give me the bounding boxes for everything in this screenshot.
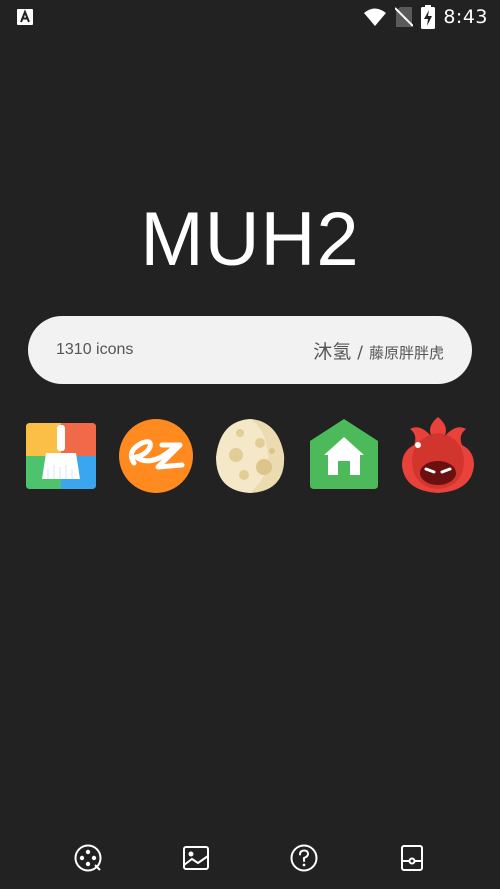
author-primary: 沐氢: [313, 340, 352, 363]
egg-icon[interactable]: [210, 415, 290, 495]
nav-apply[interactable]: [390, 836, 434, 880]
no-sim-icon: [395, 7, 414, 27]
icon-pack-icon: [74, 844, 102, 872]
alibaba-icon[interactable]: [116, 415, 196, 495]
nav-wallpapers[interactable]: [174, 836, 218, 880]
home-icon[interactable]: [304, 415, 384, 495]
bottom-nav: [0, 832, 500, 884]
author-separator: /: [357, 342, 363, 363]
nav-icon-pack[interactable]: [66, 836, 110, 880]
info-card[interactable]: 1310 icons 沐氢 / 藤原胖胖虎: [28, 316, 472, 384]
status-time: 8:43: [443, 6, 488, 28]
help-icon: [290, 844, 318, 872]
app-title: MUH2: [140, 197, 360, 282]
battery-charging-icon: [421, 5, 436, 29]
apply-icon: [401, 845, 423, 871]
nav-help[interactable]: [282, 836, 326, 880]
home-screen: 8:43 MUH2 1310 icons 沐氢 / 藤原胖胖虎: [0, 0, 500, 889]
cleaner-icon[interactable]: [22, 415, 102, 495]
wallpaper-icon: [183, 846, 209, 870]
icon-count: 1310 icons: [56, 341, 134, 358]
wifi-icon: [364, 8, 387, 26]
antutu-icon[interactable]: [398, 415, 478, 495]
a-notification-icon: [17, 9, 33, 25]
icon-preview-row: [22, 414, 478, 496]
author-secondary: 藤原胖胖虎: [368, 343, 444, 362]
authors: 沐氢 / 藤原胖胖虎: [313, 337, 444, 364]
status-bar: 8:43: [0, 0, 500, 34]
